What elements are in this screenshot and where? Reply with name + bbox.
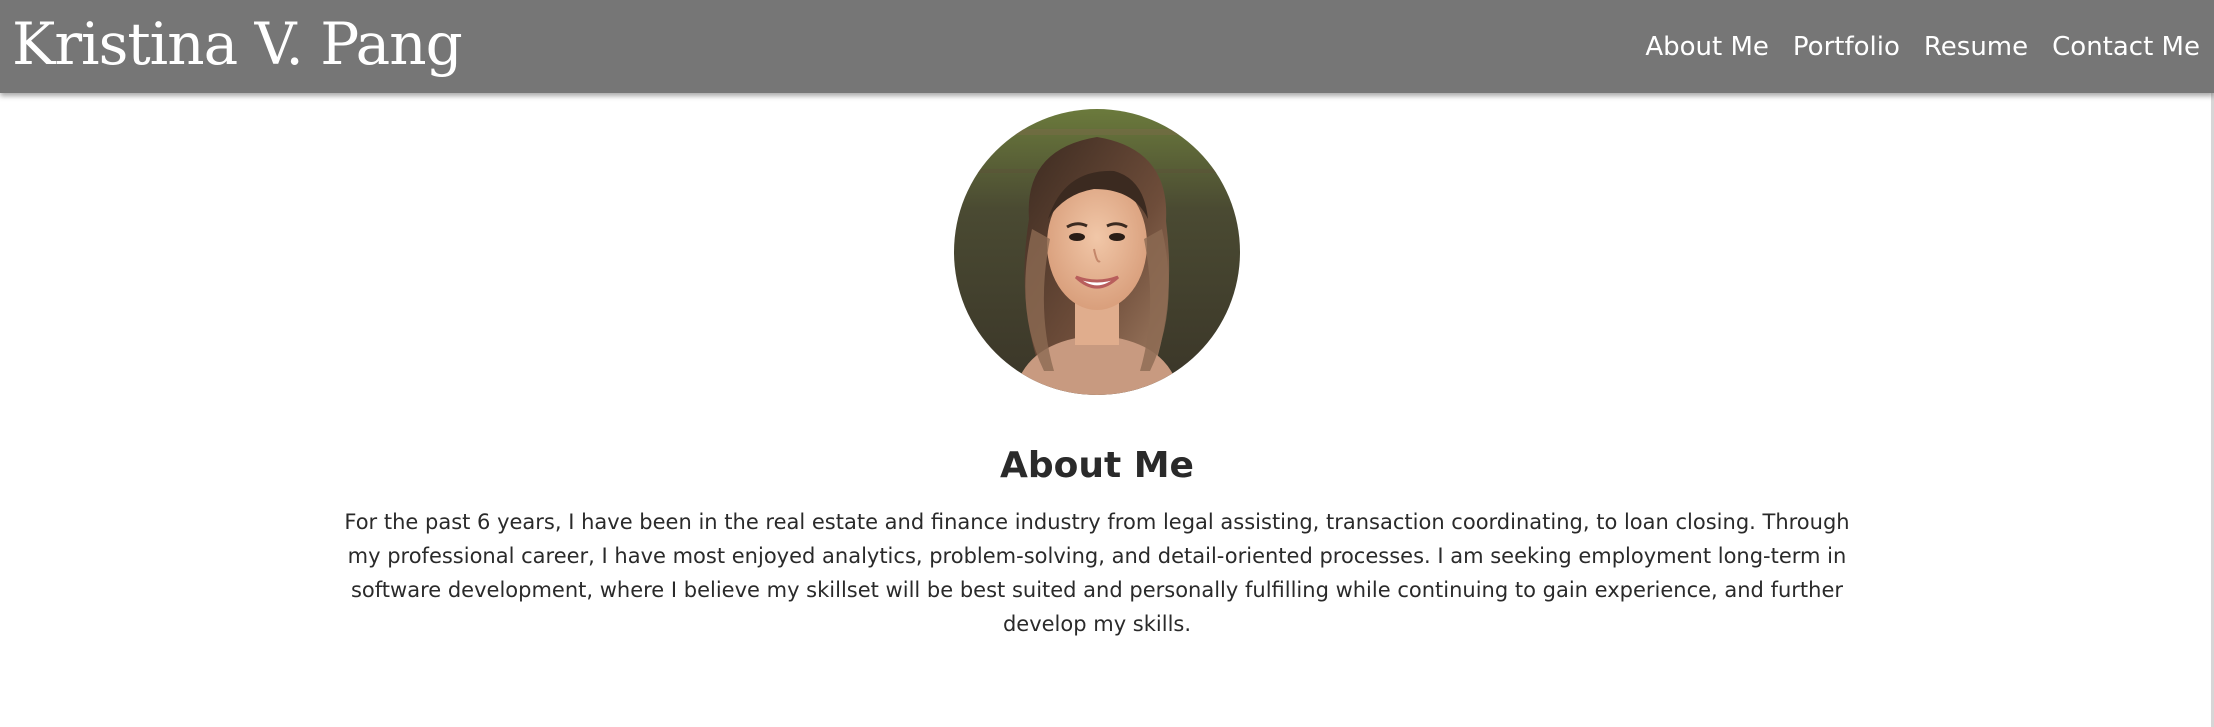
about-me-paragraph: For the past 6 years, I have been in the… <box>344 510 1850 636</box>
nav-about-me-link[interactable]: About Me <box>1645 32 1769 62</box>
site-header: Kristina V. Pang About Me Portfolio Resu… <box>0 0 2214 93</box>
main-nav: About Me Portfolio Resume Contact Me <box>1645 0 2200 93</box>
site-title[interactable]: Kristina V. Pang <box>12 4 463 84</box>
profile-photo <box>954 109 1240 395</box>
nav-portfolio-link[interactable]: Portfolio <box>1793 32 1900 62</box>
nav-resume-link[interactable]: Resume <box>1924 32 2028 62</box>
nav-contact-me-link[interactable]: Contact Me <box>2052 32 2200 62</box>
about-me-heading: About Me <box>1000 445 1194 486</box>
